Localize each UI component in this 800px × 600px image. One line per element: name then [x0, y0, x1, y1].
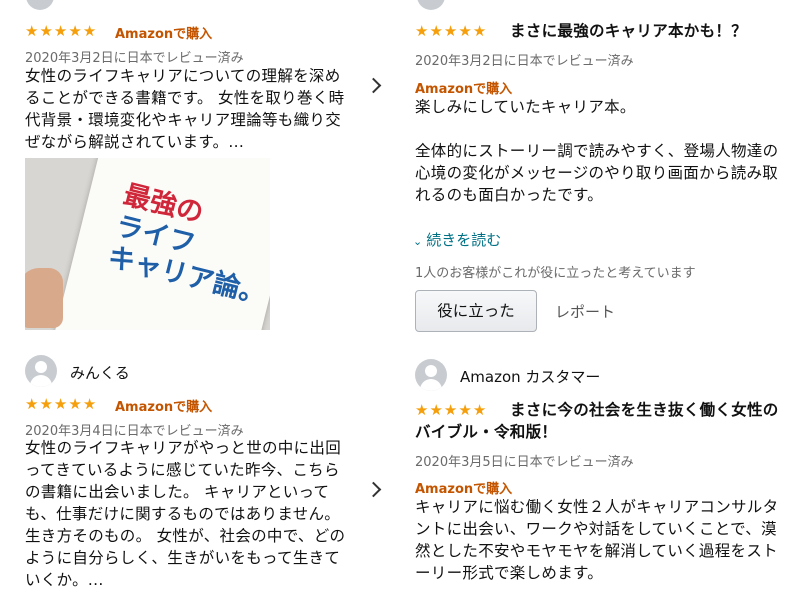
read-more-link[interactable]: ⌄ 続きを読む: [413, 229, 501, 250]
review-image[interactable]: 最強の ライフ キャリア論。: [25, 158, 270, 330]
review-body: 女性のライフキャリアについての理解を深め ることができる書籍です。 女性を取り巻…: [25, 67, 345, 151]
star-rating: ★ ★ ★ ★ ★: [25, 23, 96, 39]
reviewer-avatar: [415, 359, 447, 391]
star-icon: ★: [415, 22, 429, 40]
star-icon: ★: [53, 395, 68, 413]
review-date: 2020年3月2日に日本でレビュー済み: [415, 54, 634, 69]
star-icon: ★: [82, 395, 97, 413]
star-icon: ★: [429, 22, 443, 40]
star-icon: ★: [429, 401, 443, 419]
reviewer-name: Amazon カスタマー: [460, 368, 601, 386]
star-icon: ★: [443, 22, 458, 40]
star-icon: ★: [458, 22, 472, 40]
star-icon: ★: [472, 401, 487, 419]
star-icon: ★: [39, 22, 53, 40]
star-icon: ★: [415, 401, 429, 419]
avatar: [417, 0, 445, 10]
review-body: キャリアに悩む働く女性２人がキャリアコンサルタ ントに出会い、ワークや対話をして…: [415, 498, 779, 582]
star-icon: ★: [443, 401, 458, 419]
star-rating: ★ ★ ★ ★ ★: [415, 23, 486, 39]
star-icon: ★: [472, 22, 487, 40]
reviewer-avatar: [25, 355, 57, 387]
star-icon: ★: [39, 395, 53, 413]
book-title: 最強の ライフ キャリア論。: [104, 179, 270, 311]
verified-purchase-badge: Amazonで購入: [415, 82, 513, 97]
star-icon: ★: [68, 22, 82, 40]
star-icon: ★: [53, 22, 68, 40]
report-link[interactable]: レポート: [555, 301, 615, 322]
hand: [25, 268, 63, 328]
reviewer-name: みんくる: [70, 364, 130, 382]
avatar: [26, 0, 54, 10]
star-icon: ★: [68, 395, 82, 413]
review-body: 楽しみにしていたキャリア本。 全体的にストーリー調で読みやすく、登場人物達の 心…: [415, 98, 779, 204]
review-date: 2020年3月2日に日本でレビュー済み: [25, 51, 244, 66]
verified-purchase-badge: Amazonで購入: [115, 400, 213, 415]
review-title[interactable]: まさに今の社会を生き抜く働く女性の: [510, 399, 800, 421]
left-review-panel: ★ ★ ★ ★ ★ Amazonで購入 2020年3月2日に日本でレビュー済み …: [0, 0, 370, 600]
helpful-button[interactable]: 役に立った: [415, 290, 537, 332]
book-cover: 最強の ライフ キャリア論。: [55, 158, 270, 330]
chevron-down-icon: ⌄: [413, 235, 423, 248]
helpful-count: 1人のお客様がこれが役に立ったと考えています: [415, 266, 696, 281]
verified-purchase-badge: Amazonで購入: [415, 482, 513, 497]
star-icon: ★: [25, 395, 39, 413]
review-title-continued[interactable]: バイブル・令和版！: [415, 421, 795, 443]
review-title[interactable]: まさに最強のキャリア本かも！？: [510, 20, 747, 42]
right-review-panel: ★ ★ ★ ★ ★ まさに最強のキャリア本かも！？ 2020年3月2日に日本でレ…: [393, 0, 800, 600]
star-icon: ★: [458, 401, 472, 419]
review-date: 2020年3月5日に日本でレビュー済み: [415, 455, 634, 470]
verified-purchase-badge: Amazonで購入: [115, 27, 213, 42]
star-rating: ★ ★ ★ ★ ★: [25, 396, 96, 412]
star-icon: ★: [82, 22, 97, 40]
review-body: 女性のライフキャリアがやっと世の中に出回 ってきているように感じていた昨今、こち…: [25, 439, 346, 589]
star-rating: ★ ★ ★ ★ ★: [415, 402, 486, 418]
star-icon: ★: [25, 22, 39, 40]
